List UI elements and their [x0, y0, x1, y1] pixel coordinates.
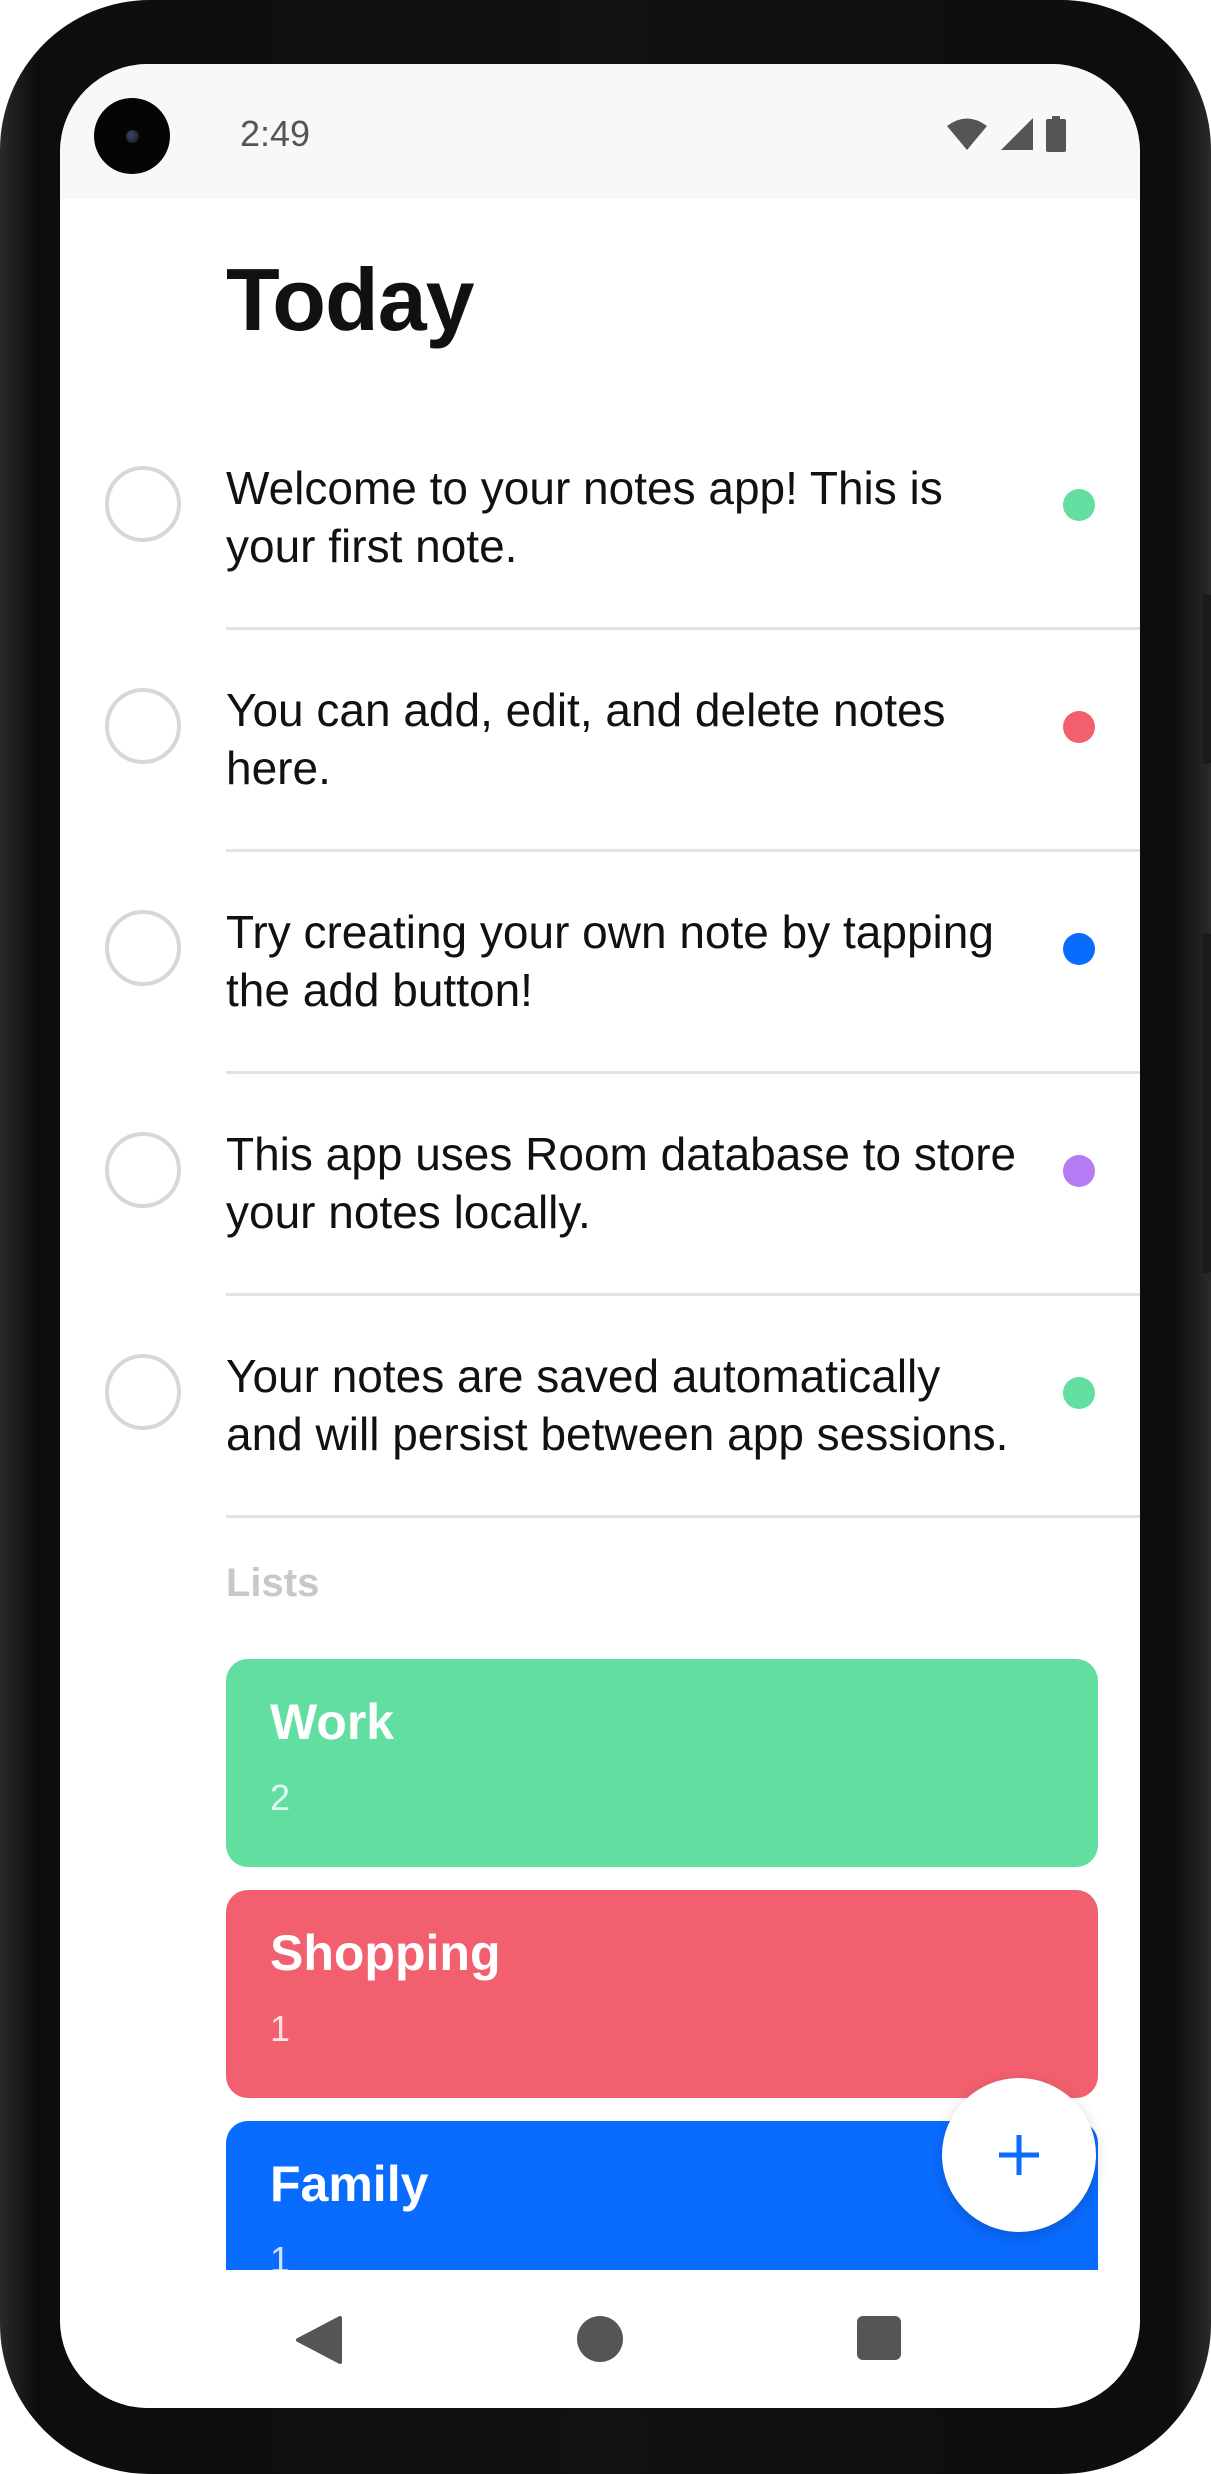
- battery-icon: [1046, 116, 1066, 152]
- note-checkbox[interactable]: [105, 1354, 181, 1430]
- note-text: This app uses Room database to store you…: [226, 1128, 1017, 1238]
- plus-icon: [999, 2135, 1039, 2175]
- note-color-dot: [1063, 489, 1095, 521]
- note-text: Try creating your own note by tapping th…: [226, 906, 994, 1016]
- note-color-dot: [1063, 933, 1095, 965]
- page-title: Today: [226, 250, 475, 349]
- note-checkbox[interactable]: [105, 466, 181, 542]
- list-count: 1: [270, 2008, 291, 2049]
- list-count: 1: [270, 2239, 291, 2270]
- note-color-dot: [1063, 1155, 1095, 1187]
- note-checkbox[interactable]: [105, 1132, 181, 1208]
- note-item[interactable]: This app uses Room database to store you…: [60, 1090, 1140, 1312]
- note-checkbox[interactable]: [105, 910, 181, 986]
- divider: [226, 1293, 1140, 1296]
- list-name: Family: [270, 2156, 429, 2212]
- signal-icon: [1001, 118, 1033, 150]
- system-nav-bar: [60, 2270, 1140, 2408]
- add-note-button[interactable]: [942, 2078, 1096, 2232]
- app-screen: 2:49 Today Welcome to your notes app! Th…: [60, 64, 1140, 2408]
- list-card-shopping[interactable]: Shopping 1: [226, 1890, 1098, 2098]
- note-text: You can add, edit, and delete notes here…: [226, 684, 946, 794]
- divider: [226, 627, 1140, 630]
- home-icon[interactable]: [577, 2316, 623, 2362]
- note-color-dot: [1063, 1377, 1095, 1409]
- list-name: Work: [270, 1694, 395, 1750]
- volume-button: [1203, 933, 1211, 1273]
- divider: [226, 1071, 1140, 1074]
- note-text: Your notes are saved automatically and w…: [226, 1350, 1009, 1460]
- wifi-icon: [947, 118, 987, 150]
- list-name: Shopping: [270, 1925, 501, 1981]
- front-camera: [94, 98, 170, 174]
- note-item[interactable]: Try creating your own note by tapping th…: [60, 868, 1140, 1090]
- status-bar: 2:49: [60, 64, 1140, 199]
- list-card-work[interactable]: Work 2: [226, 1659, 1098, 1867]
- divider: [226, 849, 1140, 852]
- note-text: Welcome to your notes app! This is your …: [226, 462, 943, 572]
- phone-frame: 2:49 Today Welcome to your notes app! Th…: [0, 0, 1211, 2474]
- note-checkbox[interactable]: [105, 688, 181, 764]
- divider: [226, 1515, 1140, 1518]
- note-item[interactable]: You can add, edit, and delete notes here…: [60, 646, 1140, 868]
- status-clock: 2:49: [240, 113, 311, 154]
- status-icons: [946, 114, 1066, 154]
- note-color-dot: [1063, 711, 1095, 743]
- lists-section-label: Lists: [226, 1561, 320, 1605]
- note-item[interactable]: Your notes are saved automatically and w…: [60, 1312, 1140, 1534]
- power-button: [1203, 594, 1211, 764]
- back-icon[interactable]: [296, 2316, 342, 2364]
- recents-icon[interactable]: [857, 2316, 901, 2360]
- list-count: 2: [270, 1777, 291, 1818]
- note-item[interactable]: Welcome to your notes app! This is your …: [60, 424, 1140, 646]
